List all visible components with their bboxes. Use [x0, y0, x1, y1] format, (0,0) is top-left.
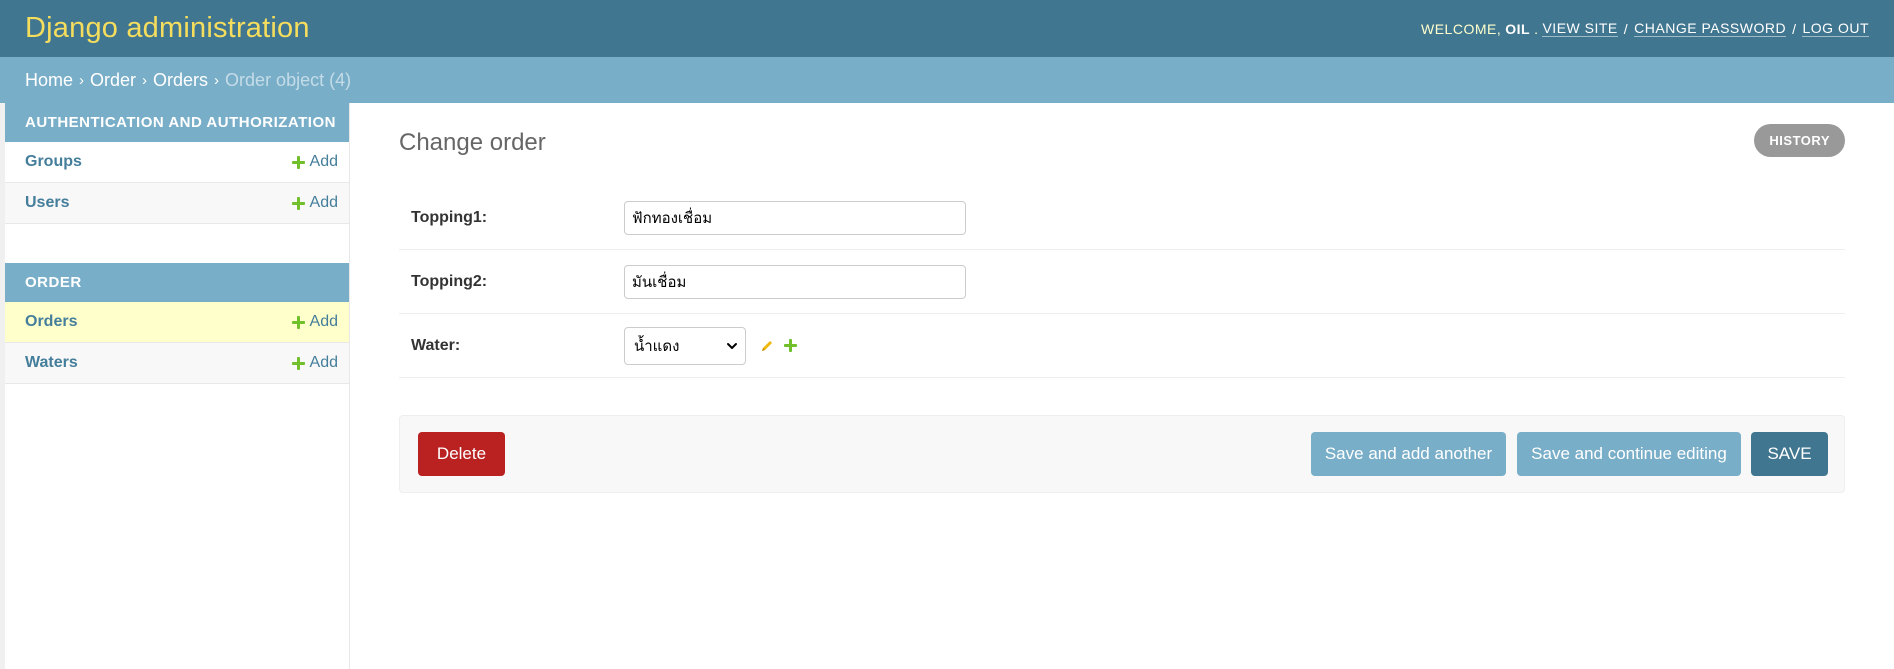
separator: /	[1623, 20, 1629, 37]
sidebar-item-users: Users Add	[5, 183, 349, 224]
breadcrumb-chevron: ›	[142, 71, 148, 89]
water-selected-value: น้ำแดง	[634, 336, 680, 355]
username: OIL	[1505, 20, 1531, 37]
separator: /	[1792, 20, 1797, 37]
add-waters-link[interactable]: Add	[291, 354, 338, 372]
site-branding[interactable]: Django administration	[25, 12, 310, 45]
module-caption-order[interactable]: Order	[5, 263, 349, 302]
welcome-text: WELCOME,	[1421, 20, 1502, 37]
add-orders-link[interactable]: Add	[291, 313, 338, 331]
sidebar-link-waters[interactable]: Waters	[25, 354, 78, 372]
water-label: Water:	[411, 336, 461, 354]
plus-icon	[784, 339, 797, 352]
page-title: Change order	[399, 129, 546, 156]
save-and-continue-button[interactable]: Save and continue editing	[1517, 432, 1741, 476]
change-form: Topping1: Topping2: Water: น้ำแดง	[399, 186, 1845, 378]
sidebar-item-waters: Waters Add	[5, 343, 349, 384]
user-tools: WELCOME, OIL. VIEW SITE / CHANGE PASSWOR…	[1421, 20, 1869, 37]
add-label: Add	[309, 153, 338, 170]
plus-icon	[291, 155, 305, 169]
module-spacer	[5, 224, 349, 263]
plus-icon	[291, 356, 305, 370]
plus-icon	[291, 315, 305, 329]
pencil-icon[interactable]	[760, 339, 774, 353]
plus-icon	[291, 196, 305, 210]
breadcrumb-model[interactable]: Orders	[153, 70, 208, 91]
breadcrumb: Home › Order › Orders › Order object (4)	[0, 57, 1894, 103]
form-row-topping1: Topping1:	[399, 186, 1845, 250]
sidebar-link-groups[interactable]: Groups	[25, 153, 82, 171]
header-bar: Django administration WELCOME, OIL. VIEW…	[0, 0, 1894, 57]
topping2-input[interactable]	[624, 264, 966, 299]
delete-button[interactable]: Delete	[418, 432, 505, 476]
topping2-label: Topping2:	[411, 272, 488, 290]
breadcrumb-home[interactable]: Home	[25, 70, 73, 91]
submit-row: Delete Save and add another Save and con…	[399, 415, 1845, 493]
add-label: Add	[309, 354, 338, 371]
form-row-water: Water: น้ำแดง	[399, 314, 1845, 378]
topping1-label: Topping1:	[411, 208, 488, 226]
nav-sidebar: Authentication and Authorization Groups …	[0, 103, 350, 669]
sidebar-item-orders: Orders Add	[5, 302, 349, 343]
breadcrumb-chevron: ›	[214, 71, 220, 89]
sidebar-link-orders[interactable]: Orders	[25, 313, 77, 331]
add-groups-link[interactable]: Add	[291, 153, 338, 171]
username-period: .	[1534, 20, 1539, 37]
change-password-link[interactable]: CHANGE PASSWORD	[1634, 20, 1787, 37]
chevron-down-icon	[727, 342, 737, 349]
history-button[interactable]: History	[1754, 124, 1845, 157]
breadcrumb-current: Order object (4)	[225, 69, 352, 90]
save-button[interactable]: Save	[1751, 432, 1828, 476]
breadcrumb-app[interactable]: Order	[90, 70, 136, 91]
module-caption-auth[interactable]: Authentication and Authorization	[5, 103, 349, 142]
add-water-icon[interactable]	[784, 339, 797, 352]
add-users-link[interactable]: Add	[291, 194, 338, 212]
add-label: Add	[309, 313, 338, 330]
save-and-add-another-button[interactable]: Save and add another	[1311, 432, 1506, 476]
breadcrumb-chevron: ›	[79, 71, 85, 89]
topping1-input[interactable]	[624, 200, 966, 235]
main-content: Change order History Topping1: Topping2:…	[399, 103, 1845, 669]
view-site-link[interactable]: VIEW SITE	[1542, 20, 1618, 37]
sidebar-item-groups: Groups Add	[5, 142, 349, 183]
sidebar-link-users[interactable]: Users	[25, 194, 69, 212]
form-row-topping2: Topping2:	[399, 250, 1845, 314]
add-label: Add	[309, 194, 338, 211]
water-select[interactable]: น้ำแดง	[624, 326, 746, 365]
log-out-link[interactable]: LOG OUT	[1802, 20, 1869, 37]
